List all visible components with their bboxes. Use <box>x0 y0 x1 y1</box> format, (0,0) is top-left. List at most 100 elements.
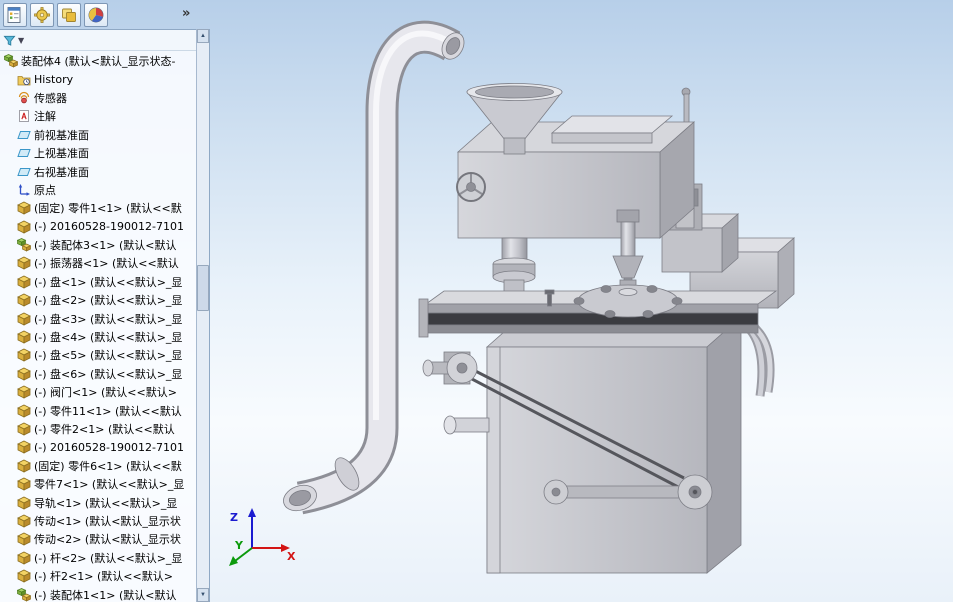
tree-item-label: 传感器 <box>34 90 67 106</box>
featuremanager-panel: ▼ 装配体4 (默认<默认_显示状态- History 传感器 注解 前视基准面… <box>0 29 196 602</box>
tree-item-label: 右视基准面 <box>34 164 89 180</box>
scrollbar-thumb[interactable] <box>197 265 209 311</box>
tree-item-label: (固定) 零件6<1> (默认<<默 <box>34 458 182 474</box>
machine-assembly <box>280 29 794 573</box>
tree-item-component[interactable]: (-) 阀门<1> (默认<<默认> <box>0 383 196 401</box>
part-icon <box>17 440 31 454</box>
part-icon <box>17 293 31 307</box>
tree-item-label: 原点 <box>34 182 56 198</box>
tree-item-label: (-) 盘<6> (默认<<默认>_显 <box>34 366 182 382</box>
annotations-icon <box>17 109 31 123</box>
part-icon <box>17 330 31 344</box>
part-icon <box>17 514 31 528</box>
tree-item-annotations[interactable]: 注解 <box>0 107 196 125</box>
tree-item-label: (-) 盘<1> (默认<<默认>_显 <box>34 274 182 290</box>
displaymanager-tab-icon <box>87 6 105 24</box>
tab-featuremanager[interactable] <box>3 3 27 27</box>
tree-item-component[interactable]: (-) 盘<2> (默认<<默认>_显 <box>0 291 196 309</box>
tree-item-component[interactable]: (-) 盘<4> (默认<<默认>_显 <box>0 328 196 346</box>
part-icon <box>17 477 31 491</box>
tree-item-label: (-) 零件11<1> (默认<<默认 <box>34 403 182 419</box>
part-icon <box>17 348 31 362</box>
tree-item-label: (-) 20160528-190012-7101 <box>34 220 184 233</box>
part-icon <box>17 201 31 215</box>
part-icon <box>17 220 31 234</box>
tree-item-component[interactable]: (-) 盘<3> (默认<<默认>_显 <box>0 309 196 327</box>
tree-item-top-plane[interactable]: 上视基准面 <box>0 144 196 162</box>
tree-item-label: (-) 杆<2> (默认<<默认>_显 <box>34 550 182 566</box>
tree-item-component[interactable]: (-) 盘<5> (默认<<默认>_显 <box>0 346 196 364</box>
part-icon <box>17 569 31 583</box>
tree-item-label: (-) 装配体3<1> (默认<默认 <box>34 237 176 253</box>
tree-item-label: 导轨<1> (默认<<默认>_显 <box>34 495 177 511</box>
tree-item-component[interactable]: (-) 盘<1> (默认<<默认>_显 <box>0 273 196 291</box>
tree-item-component[interactable]: 零件7<1> (默认<<默认>_显 <box>0 475 196 493</box>
part-icon <box>17 459 31 473</box>
origin-triad: Z X Y <box>229 508 296 566</box>
tree-item-label: (-) 杆2<1> (默认<<默认> <box>34 568 173 584</box>
tree-item-label: (-) 20160528-190012-7101 <box>34 441 184 454</box>
tree-item-origin[interactable]: 原点 <box>0 181 196 199</box>
tree-item-component[interactable]: (-) 振荡器<1> (默认<<默认 <box>0 254 196 272</box>
tree-item-history[interactable]: History <box>0 70 196 88</box>
filter-funnel-icon <box>3 34 16 47</box>
scrollbar-down-button[interactable]: ▼ <box>197 588 209 602</box>
tree-item-label: (-) 盘<5> (默认<<默认>_显 <box>34 347 182 363</box>
tree-item-component[interactable]: (-) 装配体1<1> (默认<默认 <box>0 585 196 602</box>
tree-item-component[interactable]: (固定) 零件1<1> (默认<<默 <box>0 199 196 217</box>
featuremanager-tab-icon <box>6 6 24 24</box>
plane-icon <box>17 165 31 179</box>
tab-configurationmanager[interactable] <box>57 3 81 27</box>
tree-item-component[interactable]: 传动<2> (默认<默认_显示状 <box>0 530 196 548</box>
filter-dropdown-arrow: ▼ <box>18 36 24 45</box>
tree-filter-dropdown[interactable]: ▼ <box>0 30 196 51</box>
assembly-icon <box>17 588 31 602</box>
configurationmanager-tab-icon <box>60 6 78 24</box>
panel-tab-bar <box>3 3 108 27</box>
tree-item-component[interactable]: (-) 杆<2> (默认<<默认>_显 <box>0 549 196 567</box>
tree-item-label: 前视基准面 <box>34 127 89 143</box>
tree-item-component[interactable]: (-) 零件2<1> (默认<<默认 <box>0 420 196 438</box>
origin-icon <box>17 183 31 197</box>
tree-item-label: 注解 <box>34 108 56 124</box>
tab-propertymanager[interactable] <box>30 3 54 27</box>
tab-displaymanager[interactable] <box>84 3 108 27</box>
tree-item-front-plane[interactable]: 前视基准面 <box>0 126 196 144</box>
history-folder-icon <box>17 73 31 87</box>
tree-scrollbar[interactable]: ▲ ▼ <box>196 29 210 602</box>
sensors-icon <box>17 91 31 105</box>
tree-item-component[interactable]: (-) 装配体3<1> (默认<默认 <box>0 236 196 254</box>
panel-expand-button[interactable]: » <box>182 6 190 21</box>
part-icon <box>17 312 31 326</box>
tree-item-component[interactable]: (-) 盘<6> (默认<<默认>_显 <box>0 365 196 383</box>
part-icon <box>17 367 31 381</box>
tree-item-label: 上视基准面 <box>34 145 89 161</box>
tree-item-component[interactable]: (固定) 零件6<1> (默认<<默 <box>0 457 196 475</box>
assembly-icon <box>17 238 31 252</box>
scrollbar-up-button[interactable]: ▲ <box>197 29 209 43</box>
tree-item-right-plane[interactable]: 右视基准面 <box>0 162 196 180</box>
tree-item-label: (-) 装配体1<1> (默认<默认 <box>34 587 176 602</box>
triad-z-label: Z <box>230 511 238 524</box>
tree-item-label: History <box>34 73 73 86</box>
part-icon <box>17 422 31 436</box>
tree-item-component[interactable]: (-) 20160528-190012-7101 <box>0 438 196 456</box>
tree-item-assembly-root[interactable]: 装配体4 (默认<默认_显示状态- <box>0 52 196 70</box>
plane-icon <box>17 146 31 160</box>
part-icon <box>17 496 31 510</box>
part-icon <box>17 404 31 418</box>
tree-item-component[interactable]: (-) 20160528-190012-7101 <box>0 218 196 236</box>
tree-item-component[interactable]: (-) 杆2<1> (默认<<默认> <box>0 567 196 585</box>
tree-item-component[interactable]: 传动<1> (默认<默认_显示状 <box>0 512 196 530</box>
tree-item-label: 传动<2> (默认<默认_显示状 <box>34 531 181 547</box>
tree-item-sensors[interactable]: 传感器 <box>0 89 196 107</box>
feature-tree: 装配体4 (默认<默认_显示状态- History 传感器 注解 前视基准面 上… <box>0 51 196 602</box>
part-icon <box>17 385 31 399</box>
tree-item-component[interactable]: (-) 零件11<1> (默认<<默认 <box>0 401 196 419</box>
tree-item-label: (-) 盘<4> (默认<<默认>_显 <box>34 329 182 345</box>
part-icon <box>17 551 31 565</box>
tree-item-component[interactable]: 导轨<1> (默认<<默认>_显 <box>0 493 196 511</box>
part-icon <box>17 256 31 270</box>
triad-x-label: X <box>287 550 296 563</box>
part-icon <box>17 532 31 546</box>
